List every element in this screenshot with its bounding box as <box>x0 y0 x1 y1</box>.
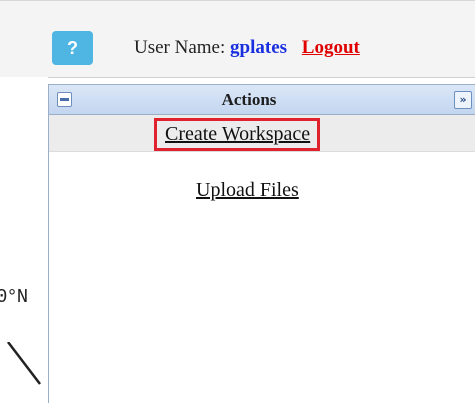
actions-panel: Actions » Create Workspace Upload Files <box>48 84 475 403</box>
actions-panel-header: Actions » <box>49 84 475 115</box>
actions-panel-title: Actions <box>221 90 277 109</box>
map-graticule-line <box>7 342 41 385</box>
user-name-label: User Name: <box>134 37 226 58</box>
map-view[interactable]: 0°N <box>0 77 48 403</box>
logout-link[interactable]: Logout <box>302 37 360 58</box>
username-value: gplates <box>230 37 288 58</box>
help-button[interactable]: ? <box>52 31 93 65</box>
latitude-label: 0°N <box>0 286 28 308</box>
top-header: ? User Name: gplates Logout <box>0 0 475 78</box>
expand-icon[interactable]: » <box>454 91 472 109</box>
create-workspace-link[interactable]: Create Workspace <box>154 118 321 151</box>
action-row-create-workspace: Create Workspace <box>49 115 475 152</box>
upload-files-link[interactable]: Upload Files <box>196 179 299 202</box>
user-info: User Name: gplates Logout <box>134 37 360 59</box>
